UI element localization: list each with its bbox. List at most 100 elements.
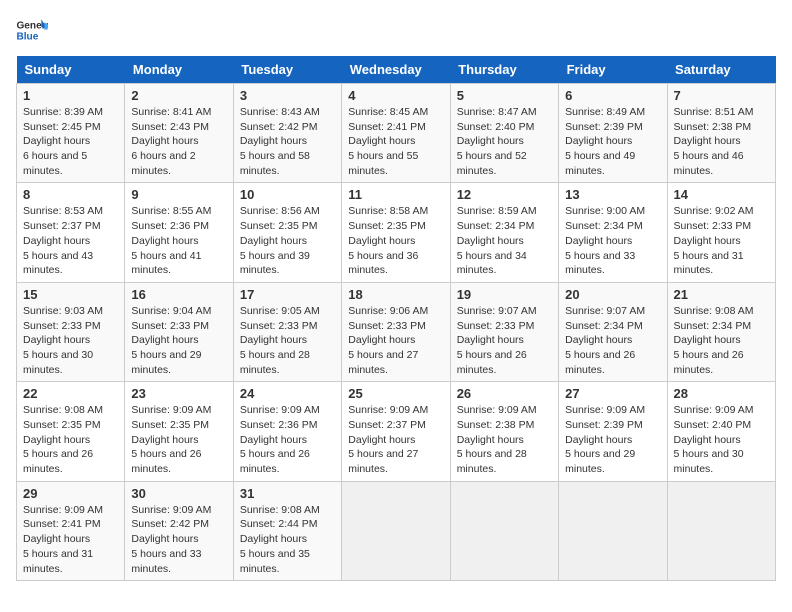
day-number: 27 bbox=[565, 386, 660, 401]
calendar-cell: 11 Sunrise: 8:58 AMSunset: 2:35 PMDaylig… bbox=[342, 183, 450, 282]
day-detail: Sunrise: 9:03 AMSunset: 2:33 PMDaylight … bbox=[23, 305, 103, 376]
day-number: 1 bbox=[23, 88, 118, 103]
header-thursday: Thursday bbox=[450, 56, 558, 84]
day-number: 28 bbox=[674, 386, 769, 401]
calendar-cell: 26 Sunrise: 9:09 AMSunset: 2:38 PMDaylig… bbox=[450, 382, 558, 481]
header-friday: Friday bbox=[559, 56, 667, 84]
day-number: 15 bbox=[23, 287, 118, 302]
svg-text:Blue: Blue bbox=[16, 31, 38, 42]
calendar-week-row: 15 Sunrise: 9:03 AMSunset: 2:33 PMDaylig… bbox=[17, 282, 776, 381]
calendar-cell: 24 Sunrise: 9:09 AMSunset: 2:36 PMDaylig… bbox=[233, 382, 341, 481]
calendar-week-row: 1 Sunrise: 8:39 AMSunset: 2:45 PMDayligh… bbox=[17, 84, 776, 183]
logo: General Blue bbox=[16, 16, 48, 44]
day-number: 6 bbox=[565, 88, 660, 103]
day-detail: Sunrise: 8:49 AMSunset: 2:39 PMDaylight … bbox=[565, 106, 645, 177]
day-detail: Sunrise: 9:09 AMSunset: 2:39 PMDaylight … bbox=[565, 404, 645, 475]
calendar-table: SundayMondayTuesdayWednesdayThursdayFrid… bbox=[16, 56, 776, 581]
day-detail: Sunrise: 8:55 AMSunset: 2:36 PMDaylight … bbox=[131, 205, 211, 276]
calendar-cell: 21 Sunrise: 9:08 AMSunset: 2:34 PMDaylig… bbox=[667, 282, 775, 381]
day-detail: Sunrise: 8:47 AMSunset: 2:40 PMDaylight … bbox=[457, 106, 537, 177]
calendar-cell: 16 Sunrise: 9:04 AMSunset: 2:33 PMDaylig… bbox=[125, 282, 233, 381]
calendar-header-row: SundayMondayTuesdayWednesdayThursdayFrid… bbox=[17, 56, 776, 84]
day-number: 31 bbox=[240, 486, 335, 501]
calendar-cell: 4 Sunrise: 8:45 AMSunset: 2:41 PMDayligh… bbox=[342, 84, 450, 183]
calendar-cell: 20 Sunrise: 9:07 AMSunset: 2:34 PMDaylig… bbox=[559, 282, 667, 381]
calendar-cell: 7 Sunrise: 8:51 AMSunset: 2:38 PMDayligh… bbox=[667, 84, 775, 183]
day-detail: Sunrise: 9:08 AMSunset: 2:44 PMDaylight … bbox=[240, 504, 320, 575]
logo-icon: General Blue bbox=[16, 16, 48, 44]
calendar-cell: 2 Sunrise: 8:41 AMSunset: 2:43 PMDayligh… bbox=[125, 84, 233, 183]
day-detail: Sunrise: 8:58 AMSunset: 2:35 PMDaylight … bbox=[348, 205, 428, 276]
day-detail: Sunrise: 8:43 AMSunset: 2:42 PMDaylight … bbox=[240, 106, 320, 177]
day-number: 5 bbox=[457, 88, 552, 103]
calendar-cell bbox=[450, 481, 558, 580]
day-number: 2 bbox=[131, 88, 226, 103]
day-detail: Sunrise: 9:04 AMSunset: 2:33 PMDaylight … bbox=[131, 305, 211, 376]
day-number: 9 bbox=[131, 187, 226, 202]
day-detail: Sunrise: 8:39 AMSunset: 2:45 PMDaylight … bbox=[23, 106, 103, 177]
day-number: 20 bbox=[565, 287, 660, 302]
header-sunday: Sunday bbox=[17, 56, 125, 84]
calendar-cell: 22 Sunrise: 9:08 AMSunset: 2:35 PMDaylig… bbox=[17, 382, 125, 481]
day-detail: Sunrise: 9:09 AMSunset: 2:37 PMDaylight … bbox=[348, 404, 428, 475]
calendar-cell: 31 Sunrise: 9:08 AMSunset: 2:44 PMDaylig… bbox=[233, 481, 341, 580]
day-number: 24 bbox=[240, 386, 335, 401]
day-detail: Sunrise: 9:05 AMSunset: 2:33 PMDaylight … bbox=[240, 305, 320, 376]
day-detail: Sunrise: 9:00 AMSunset: 2:34 PMDaylight … bbox=[565, 205, 645, 276]
day-number: 17 bbox=[240, 287, 335, 302]
day-number: 21 bbox=[674, 287, 769, 302]
day-number: 22 bbox=[23, 386, 118, 401]
day-detail: Sunrise: 8:59 AMSunset: 2:34 PMDaylight … bbox=[457, 205, 537, 276]
day-detail: Sunrise: 9:02 AMSunset: 2:33 PMDaylight … bbox=[674, 205, 754, 276]
calendar-cell: 10 Sunrise: 8:56 AMSunset: 2:35 PMDaylig… bbox=[233, 183, 341, 282]
day-detail: Sunrise: 8:45 AMSunset: 2:41 PMDaylight … bbox=[348, 106, 428, 177]
day-number: 26 bbox=[457, 386, 552, 401]
day-detail: Sunrise: 9:09 AMSunset: 2:40 PMDaylight … bbox=[674, 404, 754, 475]
day-number: 3 bbox=[240, 88, 335, 103]
header-monday: Monday bbox=[125, 56, 233, 84]
calendar-cell: 8 Sunrise: 8:53 AMSunset: 2:37 PMDayligh… bbox=[17, 183, 125, 282]
calendar-cell bbox=[342, 481, 450, 580]
calendar-week-row: 22 Sunrise: 9:08 AMSunset: 2:35 PMDaylig… bbox=[17, 382, 776, 481]
day-detail: Sunrise: 9:09 AMSunset: 2:36 PMDaylight … bbox=[240, 404, 320, 475]
header-tuesday: Tuesday bbox=[233, 56, 341, 84]
day-number: 18 bbox=[348, 287, 443, 302]
day-detail: Sunrise: 9:09 AMSunset: 2:38 PMDaylight … bbox=[457, 404, 537, 475]
calendar-cell bbox=[559, 481, 667, 580]
day-number: 30 bbox=[131, 486, 226, 501]
calendar-week-row: 29 Sunrise: 9:09 AMSunset: 2:41 PMDaylig… bbox=[17, 481, 776, 580]
day-number: 25 bbox=[348, 386, 443, 401]
calendar-week-row: 8 Sunrise: 8:53 AMSunset: 2:37 PMDayligh… bbox=[17, 183, 776, 282]
calendar-cell: 5 Sunrise: 8:47 AMSunset: 2:40 PMDayligh… bbox=[450, 84, 558, 183]
calendar-cell: 27 Sunrise: 9:09 AMSunset: 2:39 PMDaylig… bbox=[559, 382, 667, 481]
header-wednesday: Wednesday bbox=[342, 56, 450, 84]
day-number: 19 bbox=[457, 287, 552, 302]
day-detail: Sunrise: 8:53 AMSunset: 2:37 PMDaylight … bbox=[23, 205, 103, 276]
day-number: 14 bbox=[674, 187, 769, 202]
calendar-cell: 6 Sunrise: 8:49 AMSunset: 2:39 PMDayligh… bbox=[559, 84, 667, 183]
header-saturday: Saturday bbox=[667, 56, 775, 84]
calendar-cell: 9 Sunrise: 8:55 AMSunset: 2:36 PMDayligh… bbox=[125, 183, 233, 282]
day-number: 8 bbox=[23, 187, 118, 202]
calendar-cell: 19 Sunrise: 9:07 AMSunset: 2:33 PMDaylig… bbox=[450, 282, 558, 381]
calendar-cell: 28 Sunrise: 9:09 AMSunset: 2:40 PMDaylig… bbox=[667, 382, 775, 481]
calendar-cell: 14 Sunrise: 9:02 AMSunset: 2:33 PMDaylig… bbox=[667, 183, 775, 282]
calendar-cell: 30 Sunrise: 9:09 AMSunset: 2:42 PMDaylig… bbox=[125, 481, 233, 580]
day-detail: Sunrise: 9:09 AMSunset: 2:42 PMDaylight … bbox=[131, 504, 211, 575]
calendar-cell: 23 Sunrise: 9:09 AMSunset: 2:35 PMDaylig… bbox=[125, 382, 233, 481]
day-detail: Sunrise: 9:08 AMSunset: 2:35 PMDaylight … bbox=[23, 404, 103, 475]
day-detail: Sunrise: 8:41 AMSunset: 2:43 PMDaylight … bbox=[131, 106, 211, 177]
day-number: 7 bbox=[674, 88, 769, 103]
day-detail: Sunrise: 9:06 AMSunset: 2:33 PMDaylight … bbox=[348, 305, 428, 376]
page-header: General Blue bbox=[16, 16, 776, 44]
day-number: 13 bbox=[565, 187, 660, 202]
calendar-cell: 25 Sunrise: 9:09 AMSunset: 2:37 PMDaylig… bbox=[342, 382, 450, 481]
calendar-cell bbox=[667, 481, 775, 580]
calendar-cell: 13 Sunrise: 9:00 AMSunset: 2:34 PMDaylig… bbox=[559, 183, 667, 282]
calendar-cell: 12 Sunrise: 8:59 AMSunset: 2:34 PMDaylig… bbox=[450, 183, 558, 282]
calendar-cell: 1 Sunrise: 8:39 AMSunset: 2:45 PMDayligh… bbox=[17, 84, 125, 183]
day-number: 16 bbox=[131, 287, 226, 302]
calendar-cell: 17 Sunrise: 9:05 AMSunset: 2:33 PMDaylig… bbox=[233, 282, 341, 381]
day-detail: Sunrise: 9:08 AMSunset: 2:34 PMDaylight … bbox=[674, 305, 754, 376]
calendar-cell: 29 Sunrise: 9:09 AMSunset: 2:41 PMDaylig… bbox=[17, 481, 125, 580]
